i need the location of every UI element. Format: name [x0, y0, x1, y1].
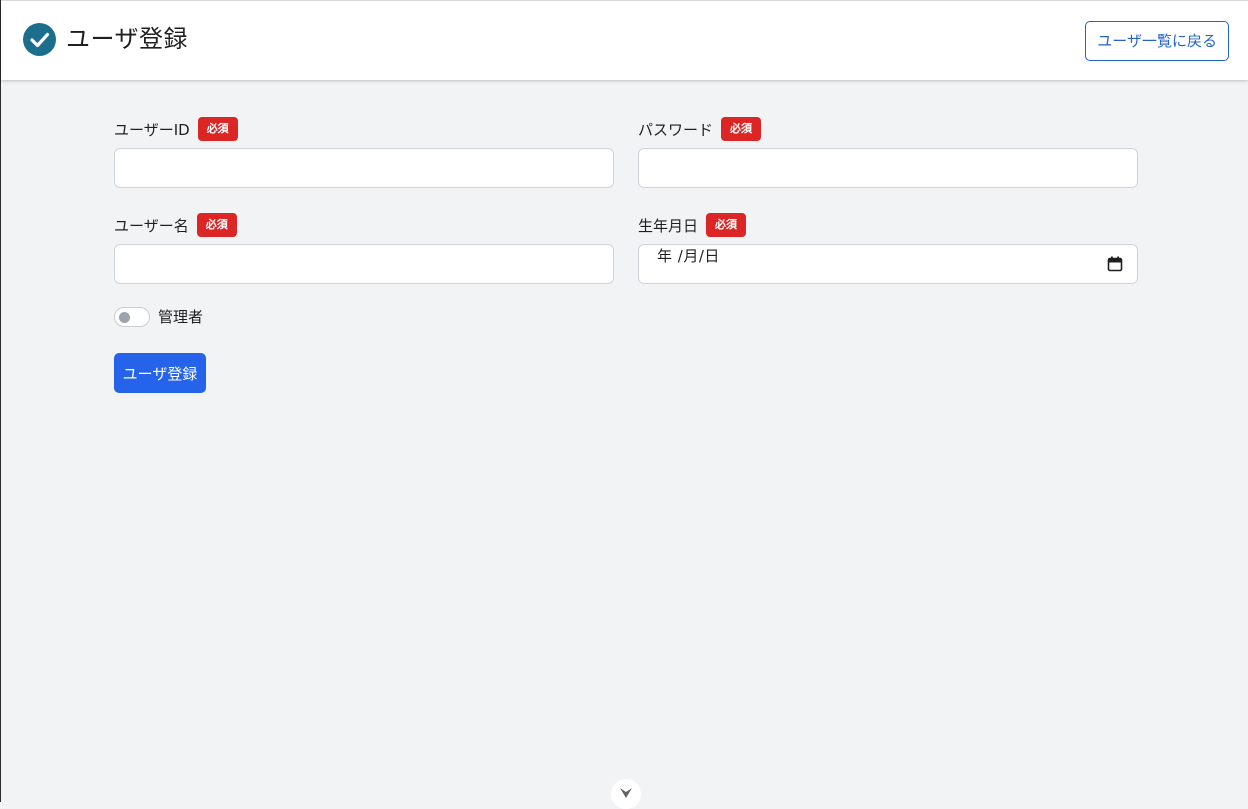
user-name-field-group: ユーザー名 必須	[114, 212, 614, 284]
scroll-down-button[interactable]	[611, 779, 641, 809]
birth-date-label: 生年月日	[638, 216, 699, 235]
page-title: ユーザ登録	[66, 25, 189, 53]
user-name-input[interactable]	[114, 244, 614, 284]
admin-toggle-label: 管理者	[158, 308, 204, 326]
user-id-label: ユーザーID	[114, 120, 190, 139]
user-id-input[interactable]	[114, 148, 614, 188]
admin-toggle[interactable]	[114, 306, 150, 327]
required-badge: 必須	[197, 117, 238, 141]
birth-date-input[interactable]: 年 /月/日	[638, 244, 1138, 284]
app-header: ユーザ登録 ユーザ一覧に戻る	[1, 0, 1248, 80]
register-user-button[interactable]: ユーザ登録	[114, 353, 206, 393]
password-field-group: パスワード 必須	[638, 116, 1138, 188]
check-circle-icon	[23, 23, 56, 56]
password-input[interactable]	[638, 148, 1138, 188]
toggle-knob	[119, 311, 130, 323]
user-id-field-group: ユーザーID 必須	[114, 116, 614, 188]
password-label: パスワード	[638, 120, 714, 139]
required-badge: 必須	[706, 213, 747, 237]
admin-toggle-row: 管理者	[114, 306, 203, 327]
birth-date-placeholder: 年 /月/日	[657, 247, 720, 265]
back-to-user-list-button[interactable]: ユーザ一覧に戻る	[1085, 21, 1229, 61]
calendar-icon[interactable]	[1107, 256, 1123, 272]
required-badge: 必須	[196, 213, 237, 237]
birth-date-field-group: 生年月日 必須 年 /月/日	[638, 212, 1138, 284]
required-badge: 必須	[721, 117, 762, 141]
user-name-label: ユーザー名	[114, 216, 189, 235]
